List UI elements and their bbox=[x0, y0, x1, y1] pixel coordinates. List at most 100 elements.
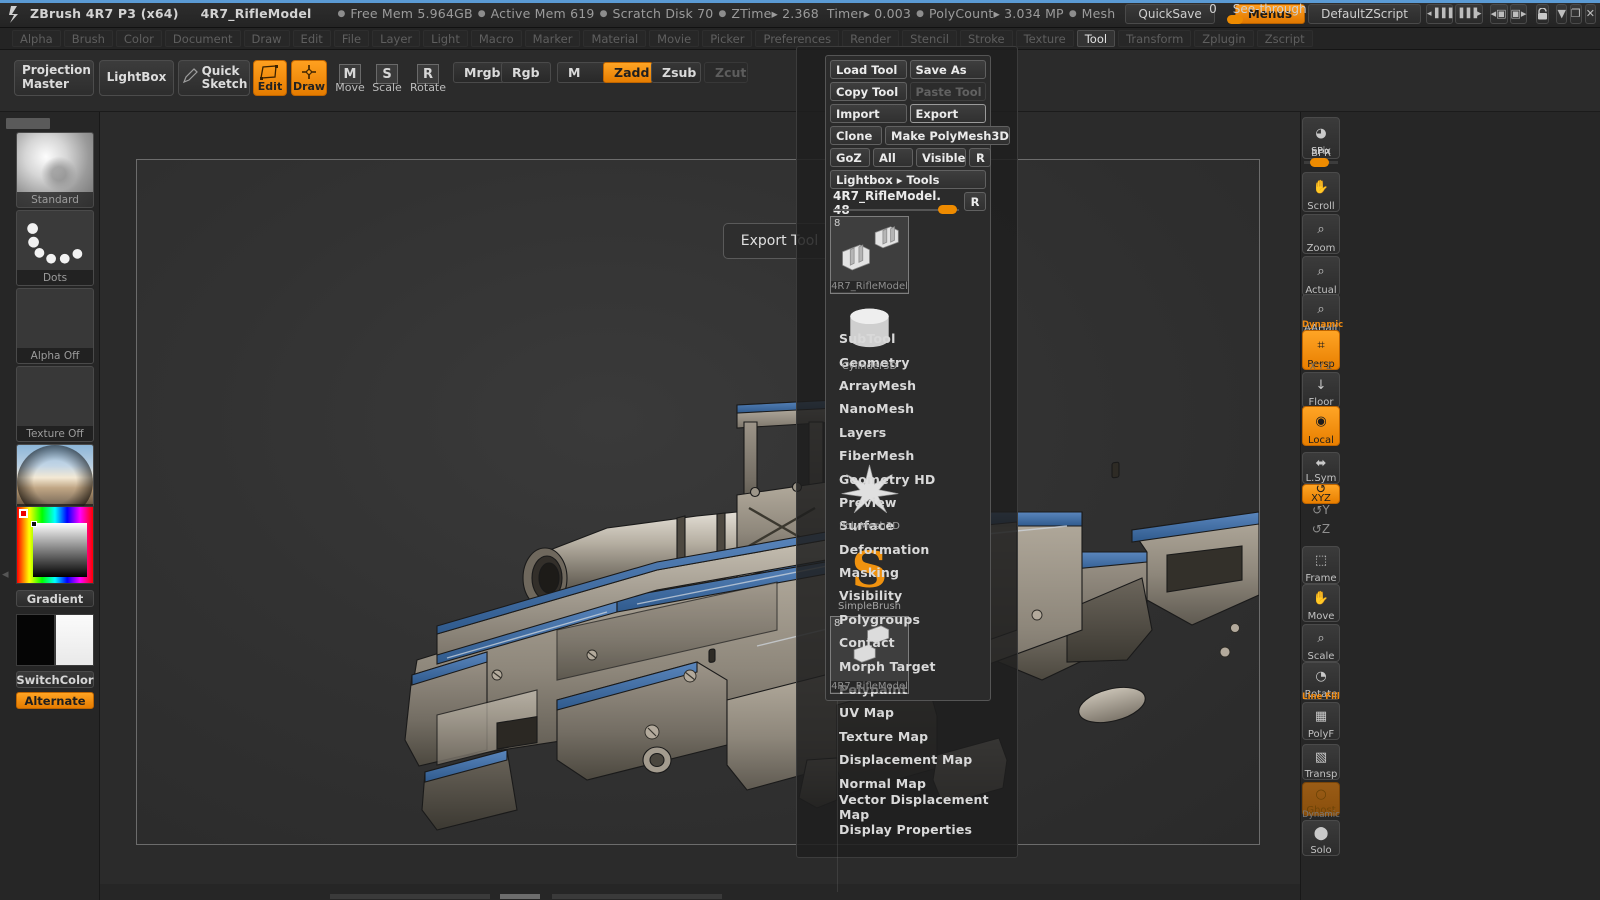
menu-item-zplugin[interactable]: Zplugin bbox=[1194, 30, 1254, 47]
tool-section-geometry-hd[interactable]: Geometry HD bbox=[797, 467, 1019, 490]
next-strip-icon[interactable]: ▐▐▐▸ bbox=[1455, 3, 1483, 24]
menu-item-stencil[interactable]: Stencil bbox=[902, 30, 957, 47]
lightbox-tools-button[interactable]: Lightbox ▸ Tools bbox=[830, 170, 986, 189]
right-rotate-zaxis-icon[interactable]: ↺Z bbox=[1306, 522, 1336, 536]
visible-button[interactable]: Visible bbox=[916, 148, 967, 167]
copy-tool-button[interactable]: Copy Tool bbox=[830, 82, 907, 101]
right-rotate-yaxis-icon[interactable]: ↺Y bbox=[1306, 503, 1336, 517]
document-canvas[interactable]: Export Tool bbox=[136, 159, 1260, 845]
menu-item-tool[interactable]: Tool bbox=[1076, 30, 1116, 47]
menu-item-edit[interactable]: Edit bbox=[292, 30, 331, 47]
tool-section-displacement-map[interactable]: Displacement Map bbox=[797, 748, 1019, 771]
tool-section-arraymesh[interactable]: ArrayMesh bbox=[797, 374, 1019, 397]
tool-section-uv-map[interactable]: UV Map bbox=[797, 701, 1019, 724]
color-picker-value-field[interactable] bbox=[33, 523, 87, 577]
see-through-slider[interactable]: See-through 0 bbox=[1209, 2, 1307, 26]
tool-section-subtool[interactable]: SubTool bbox=[797, 327, 1019, 350]
menu-item-alpha[interactable]: Alpha bbox=[12, 30, 61, 47]
tool-section-nanomesh[interactable]: NanoMesh bbox=[797, 397, 1019, 420]
menu-item-movie[interactable]: Movie bbox=[649, 30, 700, 47]
tool-section-masking[interactable]: Masking bbox=[797, 561, 1019, 584]
right-polyf-button[interactable]: ▦ PolyF bbox=[1302, 702, 1340, 740]
switch-color-button[interactable]: SwitchColor bbox=[16, 671, 94, 688]
menu-item-brush[interactable]: Brush bbox=[63, 30, 113, 47]
menu-item-document[interactable]: Document bbox=[164, 30, 241, 47]
menu-item-layer[interactable]: Layer bbox=[372, 30, 421, 47]
rotate-button[interactable]: R Rotate bbox=[410, 64, 446, 94]
right-zoom-button[interactable]: ⌕ Zoom bbox=[1302, 214, 1340, 254]
menu-item-transform[interactable]: Transform bbox=[1118, 30, 1192, 47]
tool-section-preview[interactable]: Preview bbox=[797, 491, 1019, 514]
tool-section-contact[interactable]: Contact bbox=[797, 631, 1019, 654]
move-button[interactable]: M Move bbox=[334, 64, 366, 94]
brush-swatch[interactable]: Standard bbox=[16, 132, 94, 208]
right-transp-button[interactable]: ▧ Transp bbox=[1302, 744, 1340, 780]
see-through-knob[interactable] bbox=[1226, 14, 1243, 24]
right-spix-knob[interactable] bbox=[1310, 158, 1329, 167]
right-frame-button[interactable]: ⬚ Frame bbox=[1302, 546, 1340, 584]
menu-item-preferences[interactable]: Preferences bbox=[755, 30, 840, 47]
draw-button[interactable]: Draw bbox=[291, 60, 327, 96]
right-xyz-button[interactable]: ↺ XYZ bbox=[1302, 484, 1340, 504]
right-scale-button[interactable]: ⌕ Scale bbox=[1302, 624, 1340, 662]
prev-window-icon[interactable]: ◂▣ bbox=[1489, 3, 1508, 24]
tool-section-texture-map[interactable]: Texture Map bbox=[797, 725, 1019, 748]
tool-section-deformation[interactable]: Deformation bbox=[797, 538, 1019, 561]
menu-item-picker[interactable]: Picker bbox=[702, 30, 753, 47]
lock-icon[interactable] bbox=[1536, 3, 1550, 24]
alpha-swatch[interactable]: Alpha Off bbox=[16, 288, 94, 364]
tool-section-fibermesh[interactable]: FiberMesh bbox=[797, 444, 1019, 467]
zsub-button[interactable]: Zsub bbox=[651, 62, 701, 83]
canvas-area[interactable]: Export Tool bbox=[100, 112, 1300, 884]
tool-section-layers[interactable]: Layers bbox=[797, 421, 1019, 444]
main-color-swatch[interactable] bbox=[16, 614, 55, 666]
menu-item-file[interactable]: File bbox=[333, 30, 370, 47]
mrgb-button[interactable]: Mrgb bbox=[453, 62, 505, 83]
make-polymesh3d-button[interactable]: Make PolyMesh3D bbox=[885, 126, 1010, 145]
menu-item-draw[interactable]: Draw bbox=[243, 30, 290, 47]
quicksave-button[interactable]: QuickSave bbox=[1125, 3, 1215, 24]
right-move-button[interactable]: ✋ Move bbox=[1302, 584, 1340, 622]
bottom-scroll-track-left[interactable] bbox=[330, 894, 490, 899]
bottom-scroll-thumb[interactable] bbox=[500, 894, 540, 899]
tool-thumb-rifle-main[interactable]: 8 4R7_RifleModel bbox=[830, 216, 909, 294]
right-scroll-button[interactable]: ✋ Scroll bbox=[1302, 172, 1340, 212]
export-button[interactable]: Export bbox=[909, 104, 986, 123]
lightbox-button[interactable]: LightBox bbox=[99, 60, 174, 96]
tool-section-vector-displacement-map[interactable]: Vector Displacement Map bbox=[797, 792, 1019, 822]
color-picker[interactable] bbox=[16, 506, 94, 584]
menu-item-stroke[interactable]: Stroke bbox=[959, 30, 1013, 47]
zadd-button[interactable]: Zadd bbox=[603, 62, 653, 83]
menu-item-material[interactable]: Material bbox=[583, 30, 647, 47]
prev-strip-icon[interactable]: ◂▐▐▐ bbox=[1426, 3, 1454, 24]
rifle-model-render[interactable] bbox=[137, 160, 1260, 845]
rgb-button[interactable]: Rgb bbox=[501, 62, 551, 83]
m-button[interactable]: M bbox=[557, 62, 607, 83]
right-spix-slider[interactable] bbox=[1304, 158, 1338, 167]
secondary-color-swatch[interactable] bbox=[55, 614, 94, 666]
projection-master-button[interactable]: Projection Master bbox=[14, 60, 94, 96]
visible-r-button[interactable]: R bbox=[969, 148, 992, 167]
menu-item-render[interactable]: Render bbox=[842, 30, 900, 47]
current-tool-knob[interactable] bbox=[938, 205, 957, 214]
scale-button[interactable]: S Scale bbox=[371, 64, 403, 94]
clone-button[interactable]: Clone bbox=[830, 126, 882, 145]
menu-item-zscript[interactable]: Zscript bbox=[1256, 30, 1313, 47]
right-actual-button[interactable]: ⌕ Actual bbox=[1302, 256, 1340, 296]
right-solo-button[interactable]: ⬤ Solo bbox=[1302, 820, 1340, 856]
menu-item-macro[interactable]: Macro bbox=[470, 30, 522, 47]
left-shelf-collapse-icon[interactable]: ◂ bbox=[2, 567, 9, 582]
texture-swatch[interactable]: Texture Off bbox=[16, 366, 94, 442]
menu-item-color[interactable]: Color bbox=[115, 30, 162, 47]
menu-item-texture[interactable]: Texture bbox=[1015, 30, 1074, 47]
tool-section-morph-target[interactable]: Morph Target bbox=[797, 654, 1019, 677]
right-local-button[interactable]: ◉ Local bbox=[1302, 406, 1340, 446]
load-tool-button[interactable]: Load Tool bbox=[830, 60, 907, 79]
bottom-scroll-track-right[interactable] bbox=[552, 894, 722, 899]
minimize-icon[interactable]: ▼ bbox=[1556, 3, 1567, 24]
import-button[interactable]: Import bbox=[830, 104, 907, 123]
right-floor-button[interactable]: ↓ Floor bbox=[1302, 372, 1340, 408]
right-lsym-button[interactable]: ⬌ L.Sym bbox=[1302, 452, 1340, 484]
color-swatch-row[interactable] bbox=[16, 614, 94, 666]
menu-item-light[interactable]: Light bbox=[423, 30, 468, 47]
